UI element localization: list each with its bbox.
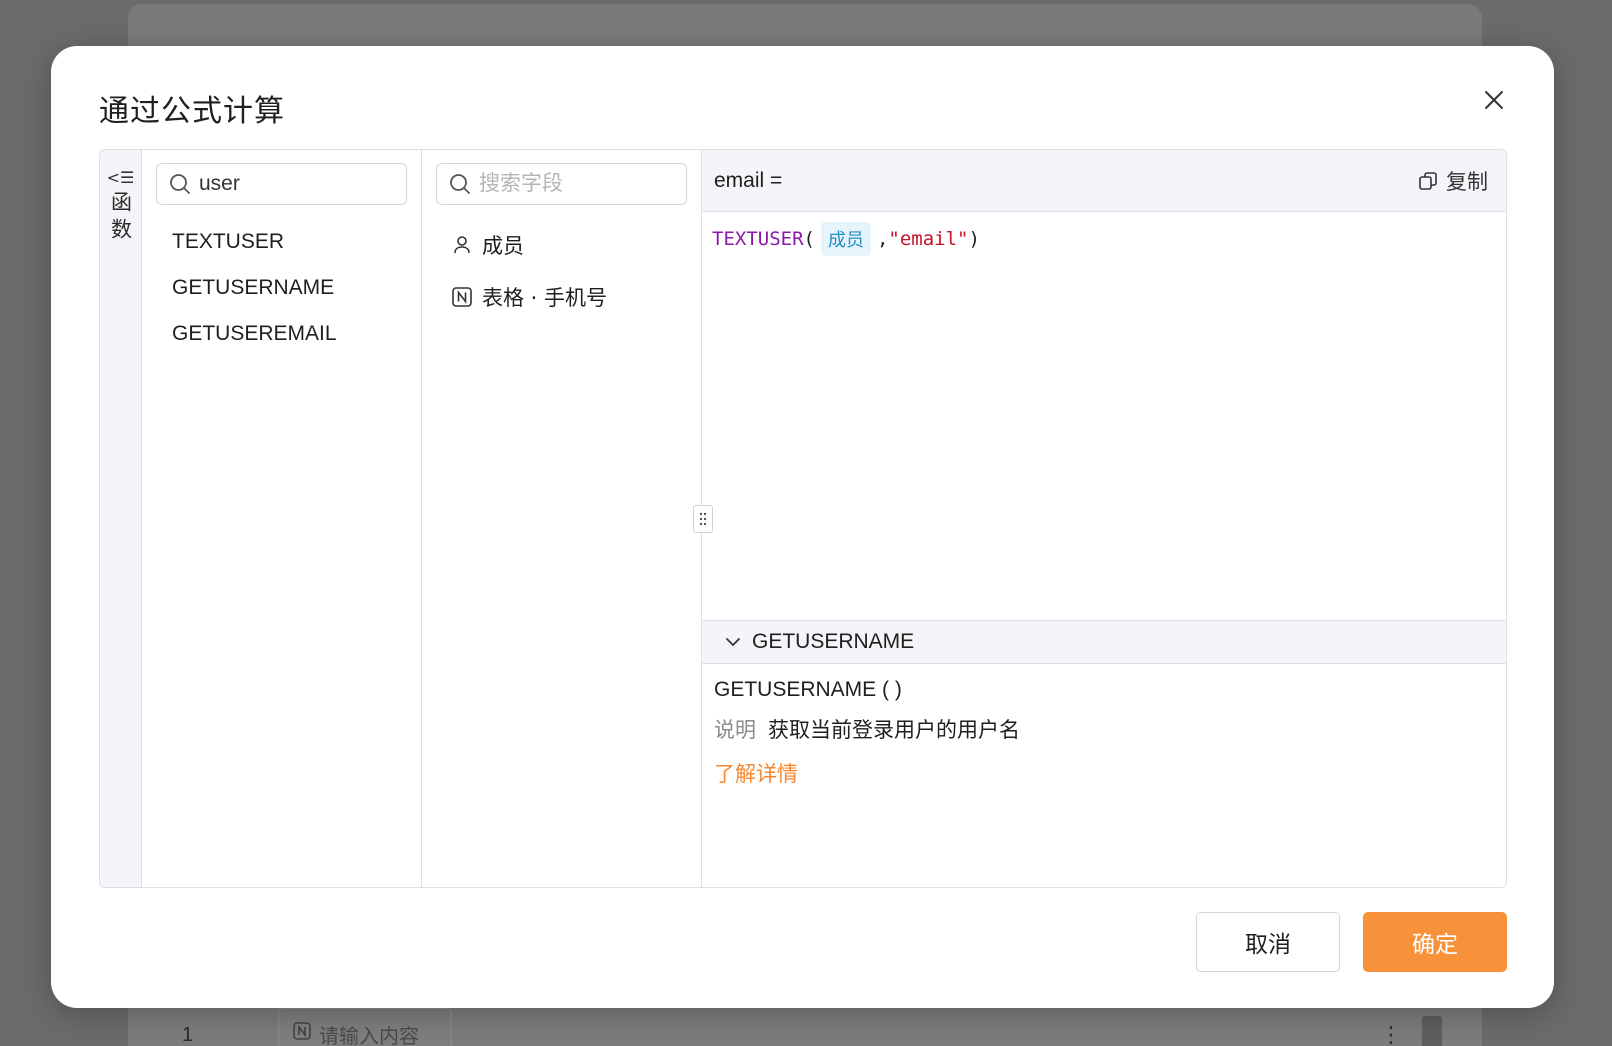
function-list-column: TEXTUSER GETUSERNAME GETUSEREMAIL bbox=[142, 150, 422, 887]
function-search bbox=[156, 163, 407, 205]
formula-dialog: 通过公式计算 <☰ 函数 TEXTUSER GETUSERNAME GETUSE… bbox=[51, 46, 1554, 1008]
field-list-column: 成员 表格 · 手机号 bbox=[422, 150, 702, 887]
function-doc-name: GETUSERNAME bbox=[752, 630, 915, 653]
search-icon bbox=[450, 174, 470, 194]
function-item[interactable]: TEXTUSER bbox=[156, 219, 407, 265]
copy-icon bbox=[1419, 171, 1437, 190]
code-close-paren: ) bbox=[968, 228, 980, 250]
function-item[interactable]: GETUSERNAME bbox=[156, 265, 407, 311]
number-field-icon bbox=[452, 287, 472, 307]
code-function-token: TEXTUSER bbox=[712, 228, 804, 250]
search-icon bbox=[170, 174, 190, 194]
function-doc-body: GETUSERNAME ( ) 说明 获取当前登录用户的用户名 了解详情 bbox=[702, 664, 1506, 802]
resize-handle[interactable] bbox=[693, 505, 713, 533]
function-description: 说明 获取当前登录用户的用户名 bbox=[714, 714, 1494, 744]
code-line: TEXTUSER ( 成员 , "email" ) bbox=[712, 222, 980, 256]
field-item-label: 表格 · 手机号 bbox=[482, 286, 608, 310]
editor-header: email = 复制 bbox=[702, 150, 1506, 212]
functions-toggle[interactable]: <☰ 函数 bbox=[100, 150, 142, 887]
background-row-number: 1 bbox=[182, 1024, 194, 1046]
background-more-icon: ⋮ bbox=[1380, 1022, 1402, 1046]
code-comma: , bbox=[876, 228, 889, 250]
person-icon bbox=[454, 236, 470, 254]
target-field-label: email = bbox=[714, 168, 783, 192]
function-list: TEXTUSER GETUSERNAME GETUSEREMAIL bbox=[156, 219, 407, 357]
field-item-label: 成员 bbox=[482, 234, 524, 258]
field-item-phone[interactable]: 表格 · 手机号 bbox=[436, 271, 687, 323]
background-cell: 请输入内容 bbox=[278, 1008, 452, 1046]
field-search-input[interactable] bbox=[479, 172, 679, 196]
description-key: 说明 bbox=[714, 718, 756, 742]
close-icon bbox=[1485, 91, 1503, 109]
learn-more-link[interactable]: 了解详情 bbox=[714, 758, 1494, 788]
collapse-list-icon: <☰ bbox=[106, 168, 135, 187]
copy-button[interactable]: 复制 bbox=[1418, 166, 1488, 196]
chevron-down-icon bbox=[726, 638, 740, 646]
function-signature: GETUSERNAME ( ) bbox=[714, 678, 902, 701]
field-item-member[interactable]: 成员 bbox=[436, 219, 687, 271]
field-list: 成员 表格 · 手机号 bbox=[436, 219, 687, 323]
background-scrollbar bbox=[1422, 1016, 1442, 1046]
confirm-button[interactable]: 确定 bbox=[1363, 912, 1507, 972]
dialog-title: 通过公式计算 bbox=[99, 94, 285, 129]
field-search bbox=[436, 163, 687, 205]
number-field-icon bbox=[293, 1022, 311, 1046]
description-value: 获取当前登录用户的用户名 bbox=[768, 718, 1020, 742]
close-button[interactable] bbox=[1478, 84, 1510, 116]
background-cell-placeholder: 请输入内容 bbox=[319, 1025, 419, 1046]
code-string-token: "email" bbox=[888, 228, 969, 250]
drag-handle-icon bbox=[699, 512, 707, 526]
function-item[interactable]: GETUSEREMAIL bbox=[156, 311, 407, 357]
code-field-token[interactable]: 成员 bbox=[820, 222, 871, 256]
copy-button-label: 复制 bbox=[1446, 169, 1488, 194]
function-doc-toggle[interactable]: GETUSERNAME bbox=[702, 620, 1506, 664]
formula-panel: <☰ 函数 TEXTUSER GETUSERNAME GETUSEREMAIL bbox=[99, 149, 1507, 888]
function-search-input[interactable] bbox=[199, 172, 399, 196]
code-open-paren: ( bbox=[803, 228, 815, 250]
formula-editor: email = 复制 TEXTUSER ( 成员 , "email" ) GET… bbox=[702, 150, 1506, 887]
functions-toggle-label: 函数 bbox=[108, 191, 133, 245]
formula-code-input[interactable]: TEXTUSER ( 成员 , "email" ) bbox=[702, 212, 1506, 620]
cancel-button[interactable]: 取消 bbox=[1196, 912, 1340, 972]
